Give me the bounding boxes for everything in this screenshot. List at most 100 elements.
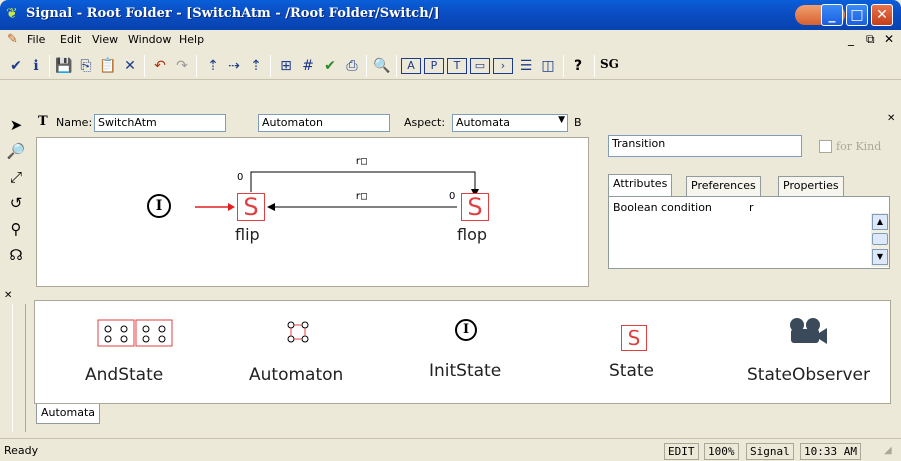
- state-flip-glyph: S: [243, 193, 259, 221]
- menu-help[interactable]: Help: [179, 33, 204, 46]
- aspect-select[interactable]: Automata ▼: [452, 114, 568, 132]
- toolbar-divider: [196, 55, 197, 77]
- mdi-close-icon[interactable]: ✕: [884, 32, 894, 46]
- disconnect-tool-icon[interactable]: ↺: [4, 191, 28, 215]
- status-mode: EDIT: [664, 443, 699, 460]
- name-field[interactable]: SwitchAtm: [94, 114, 226, 132]
- kind-field: Automaton: [258, 114, 390, 132]
- inspector-close-icon[interactable]: ✕: [887, 113, 895, 124]
- maximize-button[interactable]: □: [846, 4, 868, 26]
- text-tool-icon[interactable]: T: [38, 114, 48, 129]
- connect-tool-icon[interactable]: ⤢: [4, 165, 28, 189]
- delete-icon[interactable]: ✕: [120, 56, 140, 76]
- tab-preferences[interactable]: Preferences: [686, 176, 761, 196]
- menu-edit[interactable]: Edit: [60, 33, 81, 46]
- and-state-icon[interactable]: [97, 319, 173, 347]
- text-panel-icon[interactable]: T: [447, 58, 467, 74]
- select-tool-icon[interactable]: ➤: [4, 113, 28, 137]
- zoom-area-tool-icon[interactable]: 🔎: [4, 139, 28, 163]
- and-state-graphic: [97, 319, 173, 347]
- redo-icon[interactable]: ↷: [172, 56, 192, 76]
- close-button[interactable]: ✕: [871, 4, 893, 26]
- scroll-down-icon[interactable]: ▼: [872, 249, 888, 265]
- title-bar[interactable]: ❦ Signal - Root Folder - [SwitchAtm - /R…: [0, 0, 901, 30]
- tab-automata[interactable]: Automata: [36, 404, 101, 424]
- state-observer-icon[interactable]: [785, 317, 829, 347]
- visualize-tool-icon[interactable]: ☊: [4, 243, 28, 267]
- attribute-value[interactable]: r: [749, 201, 754, 214]
- part-browser-grip[interactable]: [12, 304, 26, 432]
- split-panel-icon[interactable]: ◫: [538, 56, 558, 76]
- toolbar-divider: [144, 55, 145, 77]
- state-flop[interactable]: S: [461, 193, 489, 221]
- navigate-up2-icon[interactable]: ⇡: [246, 56, 266, 76]
- console-panel-icon[interactable]: ›: [493, 58, 513, 74]
- diagram-edges: [195, 171, 479, 211]
- name-bar: T Name: SwitchAtm Automaton Aspect: Auto…: [36, 112, 586, 134]
- sg-button[interactable]: SG: [600, 57, 619, 71]
- flop-priority-label: 0: [449, 191, 456, 202]
- window-panel-icon[interactable]: ▭: [470, 58, 490, 74]
- state-label[interactable]: State: [609, 361, 654, 381]
- for-kind-checkbox[interactable]: [819, 140, 832, 153]
- scroll-thumb[interactable]: [872, 233, 888, 245]
- zoom-tool-icon[interactable]: ⚲: [4, 217, 28, 241]
- state-icon-glyph: S: [627, 326, 641, 350]
- automaton-icon[interactable]: [285, 319, 311, 345]
- diagram-canvas[interactable]: I S flip S flop r□ r□ 0 0: [36, 137, 589, 287]
- menu-bar: ✎ File Edit View Window Help _ ⧉ ✕: [0, 30, 901, 50]
- init-state-node[interactable]: I: [147, 194, 171, 218]
- attribute-panel-icon[interactable]: A: [401, 58, 421, 74]
- object-inspector: ✕ Transition for Kind Attributes Prefere…: [594, 113, 897, 285]
- hash-icon[interactable]: #: [298, 56, 318, 76]
- check-constraints-icon[interactable]: ✔: [320, 56, 340, 76]
- chevron-down-icon[interactable]: ▼: [558, 115, 565, 125]
- undo-icon[interactable]: ↶: [150, 56, 170, 76]
- mdi-restore-icon[interactable]: ⧉: [866, 32, 875, 47]
- init-state-icon[interactable]: I: [455, 319, 477, 341]
- status-zoom: 100%: [704, 443, 739, 460]
- state-flop-label: flop: [457, 225, 488, 244]
- paste-icon[interactable]: 📋: [98, 56, 118, 76]
- print-icon[interactable]: ⎙: [342, 56, 362, 76]
- mdi-minimize-icon[interactable]: _: [848, 32, 854, 46]
- search-icon[interactable]: 🔍: [372, 56, 392, 76]
- navigate-up-icon[interactable]: ⇡: [203, 56, 223, 76]
- menu-view[interactable]: View: [92, 33, 118, 46]
- state-observer-label[interactable]: StateObserver: [747, 365, 870, 385]
- tab-properties[interactable]: Properties: [778, 176, 844, 196]
- init-state-icon-glyph: I: [462, 322, 470, 337]
- toolbar-divider: [594, 55, 595, 77]
- help-icon[interactable]: ?: [568, 56, 588, 76]
- menu-file[interactable]: File: [27, 33, 45, 46]
- preferences-panel-icon[interactable]: P: [424, 58, 444, 74]
- automaton-label[interactable]: Automaton: [249, 365, 343, 385]
- for-kind-label: for Kind: [836, 140, 882, 153]
- and-state-label[interactable]: AndState: [85, 365, 163, 385]
- status-text: Ready: [4, 444, 39, 457]
- tool-palette: ➤ 🔎 ⤢ ↺ ⚲ ☊: [4, 113, 30, 285]
- navigate-upright-icon[interactable]: ⇢: [224, 56, 244, 76]
- copy-icon[interactable]: ⎘: [76, 56, 96, 76]
- menu-window[interactable]: Window: [128, 33, 171, 46]
- mid-transition-label[interactable]: r□: [355, 191, 367, 202]
- state-flip[interactable]: S: [237, 193, 265, 221]
- tab-attributes[interactable]: Attributes: [608, 174, 673, 196]
- save-icon[interactable]: 💾: [54, 56, 74, 76]
- attribute-scrollbar[interactable]: ▲ ▼: [871, 213, 889, 267]
- list-panel-icon[interactable]: ☰: [516, 56, 536, 76]
- info-icon[interactable]: ℹ: [26, 56, 46, 76]
- resize-grip-icon[interactable]: ◢: [884, 445, 892, 456]
- minimize-button[interactable]: _: [821, 4, 843, 26]
- part-browser-close-icon[interactable]: ✕: [4, 290, 12, 301]
- aspect-label: Aspect:: [404, 116, 446, 129]
- part-palette: AndState Automaton I InitState S State S…: [34, 300, 891, 404]
- scroll-up-icon[interactable]: ▲: [872, 214, 888, 230]
- init-state-label[interactable]: InitState: [429, 361, 501, 381]
- inspector-kind-field: Transition: [608, 135, 802, 157]
- top-transition-label[interactable]: r□: [355, 156, 367, 167]
- aspect-select-value: Automata: [456, 116, 511, 129]
- state-icon[interactable]: S: [621, 325, 647, 351]
- grid-icon[interactable]: ⊞: [276, 56, 296, 76]
- check-icon[interactable]: ✔: [6, 56, 26, 76]
